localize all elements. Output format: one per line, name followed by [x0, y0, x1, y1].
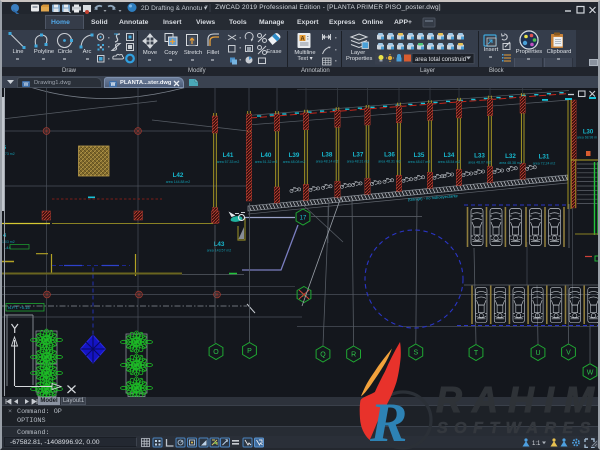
svg-text:T: T: [474, 350, 479, 357]
svg-text:L37: L37: [353, 152, 364, 159]
svg-text:1.03 m2: 1.03 m2: [2, 240, 15, 244]
svg-text:L36: L36: [384, 152, 395, 159]
svg-text:1:1: 1:1: [532, 441, 541, 447]
svg-text:L35: L35: [414, 152, 425, 159]
svg-text:R: R: [351, 352, 356, 359]
svg-text:A: A: [300, 36, 305, 42]
svg-text:P: P: [247, 348, 252, 355]
svg-text:L42: L42: [173, 172, 184, 179]
svg-text:L38: L38: [322, 152, 333, 159]
svg-text:U: U: [535, 350, 540, 357]
svg-text:W: W: [587, 369, 594, 376]
svg-text:area 48.07 m2: area 48.07 m2: [468, 161, 491, 165]
svg-text:W: W: [24, 82, 29, 88]
svg-text:area 144.88 m2: area 144.88 m2: [166, 180, 191, 184]
svg-text:V: V: [566, 350, 571, 357]
svg-text:area 143.57 m2: area 143.57 m2: [207, 249, 232, 253]
svg-text:L32: L32: [505, 153, 516, 160]
svg-text:L40: L40: [261, 152, 272, 159]
svg-text:area 57.33 m2: area 57.33 m2: [217, 160, 240, 164]
svg-text:S: S: [413, 350, 418, 357]
svg-text:L33: L33: [474, 153, 485, 160]
svg-text:area 48.54 m2: area 48.54 m2: [438, 160, 461, 164]
svg-text:area 68.98 m: area 68.98 m: [577, 136, 597, 140]
svg-text:L34: L34: [444, 152, 455, 159]
svg-text:area 48.38 m2: area 48.38 m2: [499, 161, 522, 165]
svg-text:Q: Q: [320, 352, 326, 359]
svg-text:L31: L31: [539, 154, 550, 161]
svg-text:area 72.24 m2: area 72.24 m2: [533, 162, 556, 166]
svg-text:N.P.T. +0.15: N.P.T. +0.15: [8, 305, 30, 310]
svg-text:L39: L39: [289, 152, 300, 159]
svg-text:area 48.31 m2: area 48.31 m2: [378, 160, 401, 164]
svg-text:area 48.31 m2: area 48.31 m2: [347, 160, 370, 164]
svg-text:area 48.67 m2: area 48.67 m2: [408, 160, 431, 164]
svg-text:area total construid: area total construid: [415, 57, 466, 63]
svg-text:area 48.14 m2: area 48.14 m2: [316, 160, 339, 164]
svg-text:L41: L41: [223, 152, 234, 159]
svg-text:O: O: [213, 349, 219, 356]
svg-text:area 51.32 m2: area 51.32 m2: [255, 160, 278, 164]
svg-text:area 48.08 m2: area 48.08 m2: [283, 160, 306, 164]
svg-text:17: 17: [300, 216, 307, 222]
svg-text:W: W: [111, 82, 116, 88]
